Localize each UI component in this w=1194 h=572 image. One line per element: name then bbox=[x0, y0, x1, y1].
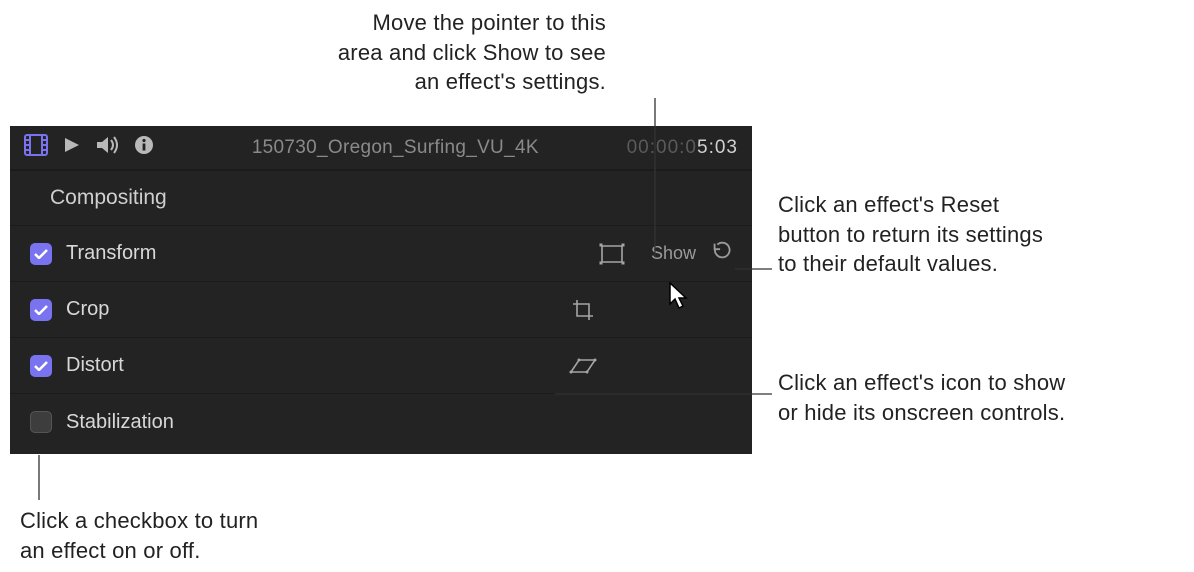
effect-checkbox-distort[interactable] bbox=[30, 355, 52, 377]
timecode-dim: 00:00:0 bbox=[627, 137, 697, 158]
clip-timecode: 00:00:05:03 bbox=[627, 137, 738, 159]
section-label: Compositing bbox=[50, 186, 167, 210]
callout-line: Move the pointer to this bbox=[286, 8, 606, 38]
effect-label: Transform bbox=[66, 242, 156, 265]
effect-row-stabilization[interactable]: Stabilization bbox=[10, 394, 752, 450]
crop-onscreen-controls-icon[interactable] bbox=[568, 298, 598, 322]
callout-line: to their default values. bbox=[778, 249, 1178, 279]
callout-reset: Click an effect's Reset button to return… bbox=[778, 190, 1178, 279]
effect-row-distort[interactable]: Distort bbox=[10, 338, 752, 394]
distort-onscreen-controls-icon[interactable] bbox=[568, 356, 598, 376]
video-inspector-panel: 150730_Oregon_Surfing_VU_4K 00:00:05:03 … bbox=[10, 126, 752, 454]
reset-button[interactable] bbox=[710, 240, 732, 268]
effect-checkbox-crop[interactable] bbox=[30, 299, 52, 321]
video-inspector-tab-icon[interactable] bbox=[24, 134, 48, 162]
transform-onscreen-controls-icon[interactable] bbox=[597, 243, 627, 265]
callout-line: area and click Show to see bbox=[286, 38, 606, 68]
section-header-compositing[interactable]: Compositing bbox=[10, 170, 752, 226]
callout-line: button to return its settings bbox=[778, 220, 1178, 250]
callout-line: Click an effect's Reset bbox=[778, 190, 1178, 220]
effect-checkbox-stabilization[interactable] bbox=[30, 411, 52, 433]
timecode-bright: 5:03 bbox=[697, 137, 738, 158]
effect-label: Crop bbox=[66, 298, 109, 321]
callout-line: an effect's settings. bbox=[286, 67, 606, 97]
callout-effect-icon: Click an effect's icon to show or hide i… bbox=[778, 368, 1188, 427]
effect-row-transform[interactable]: Transform Show bbox=[10, 226, 752, 282]
effect-row-crop[interactable]: Crop bbox=[10, 282, 752, 338]
inspector-tab-icons bbox=[24, 134, 154, 162]
callout-checkbox: Click a checkbox to turn an effect on or… bbox=[20, 506, 360, 565]
effect-label: Distort bbox=[66, 354, 124, 377]
row-hover-controls: Show bbox=[651, 240, 732, 268]
callout-show-settings: Move the pointer to this area and click … bbox=[286, 8, 606, 97]
inspector-header: 150730_Oregon_Surfing_VU_4K 00:00:05:03 bbox=[10, 126, 752, 170]
callout-line: Click an effect's icon to show bbox=[778, 368, 1188, 398]
clip-name-label: 150730_Oregon_Surfing_VU_4K bbox=[176, 137, 615, 159]
color-inspector-tab-icon[interactable] bbox=[62, 135, 82, 161]
effect-label: Stabilization bbox=[66, 411, 174, 434]
callout-line: Click a checkbox to turn bbox=[20, 506, 360, 536]
callout-line: an effect on or off. bbox=[20, 536, 360, 566]
info-inspector-tab-icon[interactable] bbox=[134, 135, 154, 161]
effect-checkbox-transform[interactable] bbox=[30, 243, 52, 265]
show-button[interactable]: Show bbox=[651, 243, 696, 264]
audio-inspector-tab-icon[interactable] bbox=[96, 135, 120, 161]
callout-line: or hide its onscreen controls. bbox=[778, 398, 1188, 428]
